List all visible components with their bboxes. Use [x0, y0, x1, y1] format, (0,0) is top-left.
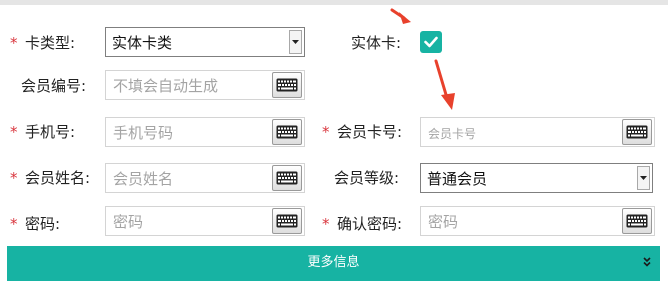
red-arrow [390, 8, 411, 24]
member-form-page: * 卡类型: 实体卡类 实体卡: 会员编号: 不填会自动生成 * 手机号: 手机… [0, 0, 668, 285]
annotation-arrows [390, 8, 455, 110]
red-arrow [434, 59, 455, 110]
